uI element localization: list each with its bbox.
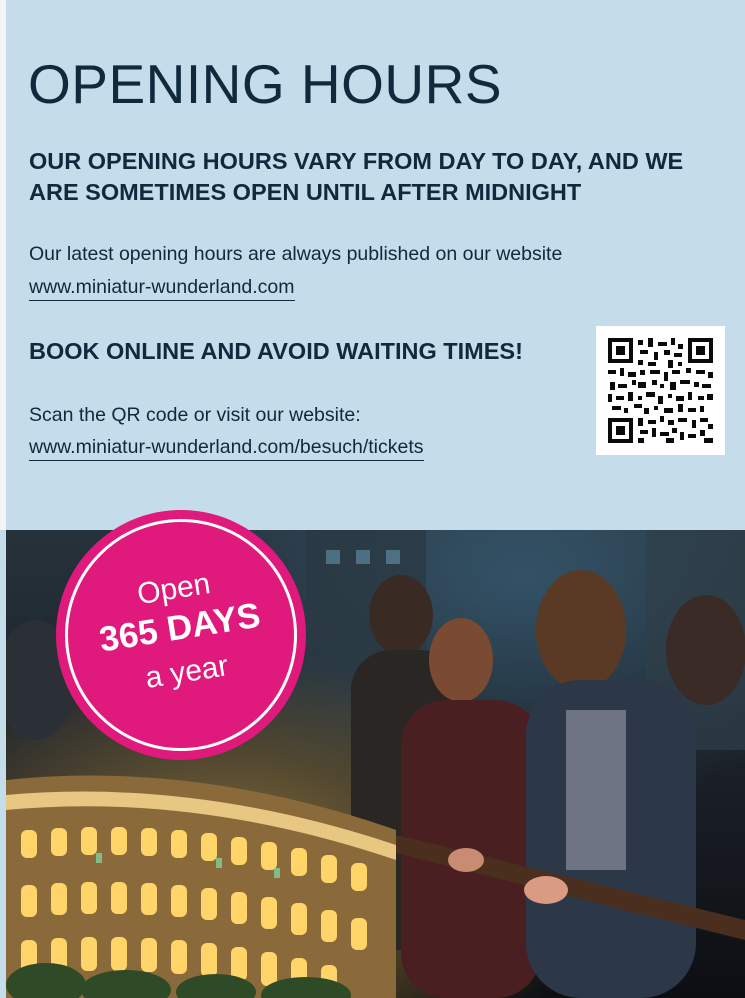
qr-code-icon[interactable] (596, 326, 725, 455)
open-365-days-badge: Open 365 DAYS a year (56, 510, 306, 760)
badge-text-group: Open 365 DAYS a year (38, 492, 324, 778)
page-edge (0, 0, 6, 530)
opening-hours-page: OPENING HOURS OUR OPENING HOURS VARY FRO… (0, 0, 745, 998)
qr-code-graphic (608, 338, 713, 443)
booking-heading: BOOK ONLINE AND AVOID WAITING TIMES! (29, 338, 523, 364)
page-title: OPENING HOURS (28, 53, 503, 115)
hours-text: Our latest opening hours are always publ… (29, 243, 563, 265)
website-link[interactable]: www.miniatur-wunderland.com (29, 274, 295, 301)
booking-text: Scan the QR code or visit our website: (29, 404, 361, 426)
hours-heading: OUR OPENING HOURS VARY FROM DAY TO DAY, … (29, 148, 684, 205)
tickets-link[interactable]: www.miniatur-wunderland.com/besuch/ticke… (29, 434, 424, 461)
